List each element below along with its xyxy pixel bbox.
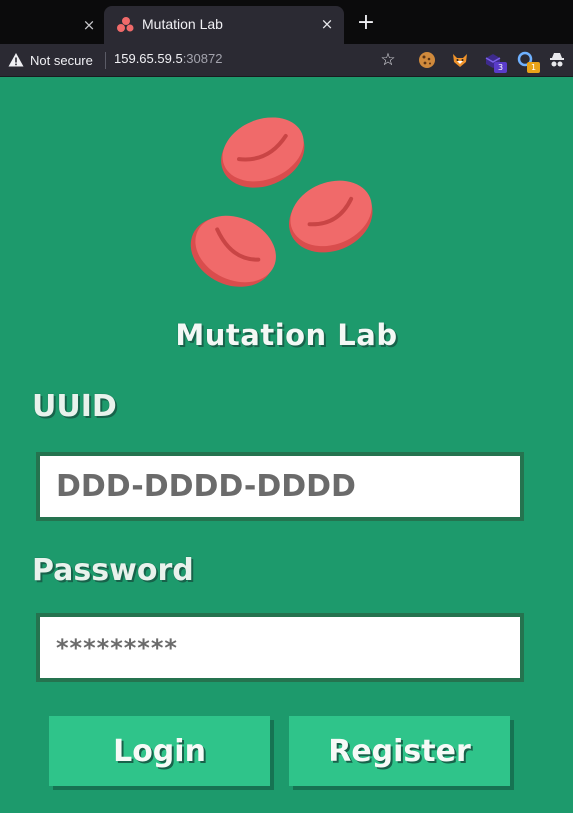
warning-icon [8, 53, 24, 67]
password-input[interactable] [36, 613, 524, 682]
puzzle-icon[interactable]: 3 [483, 50, 507, 73]
tab-close-icon[interactable]: × [318, 15, 336, 33]
blood-cells-logo-icon [190, 117, 373, 287]
register-button[interactable]: Register [289, 716, 510, 786]
blood-cells-favicon-icon [117, 17, 134, 32]
url-port: :30872 [182, 51, 223, 66]
incognito-icon-graphic [550, 53, 564, 67]
uuid-input[interactable] [36, 452, 524, 521]
address-bar: Not secure 159.65.59.5:30872 ☆ 3 1 [0, 44, 573, 77]
new-tab-icon[interactable]: + [356, 12, 376, 34]
site-security-indicator[interactable]: Not secure [8, 52, 93, 68]
extension-badge: 3 [494, 62, 507, 73]
active-tab[interactable]: Mutation Lab × [104, 6, 344, 44]
login-button[interactable]: Login [49, 716, 270, 786]
fox-icon[interactable] [450, 50, 470, 70]
page-title: Mutation Lab [175, 318, 398, 352]
security-label: Not secure [30, 52, 93, 68]
background-tab[interactable]: × [0, 6, 104, 44]
extension-badge: 1 [527, 62, 540, 73]
bookmark-star-icon[interactable]: ☆ [378, 50, 398, 70]
uuid-label: UUID [32, 389, 117, 424]
url-field[interactable]: 159.65.59.5:30872 [114, 51, 222, 66]
cookie-icon-graphic [419, 52, 435, 68]
fox-icon-graphic [453, 54, 467, 67]
incognito-icon[interactable] [547, 50, 567, 70]
cookie-icon[interactable] [417, 50, 437, 70]
browser-tab-bar: × Mutation Lab × + [0, 0, 573, 44]
password-label: Password [32, 553, 194, 588]
search-extension-icon[interactable]: 1 [516, 50, 540, 73]
url-host: 159.65.59.5 [114, 51, 183, 66]
active-tab-title: Mutation Lab [142, 16, 223, 32]
url-divider [105, 52, 106, 69]
background-tab-close-icon[interactable]: × [80, 16, 98, 34]
